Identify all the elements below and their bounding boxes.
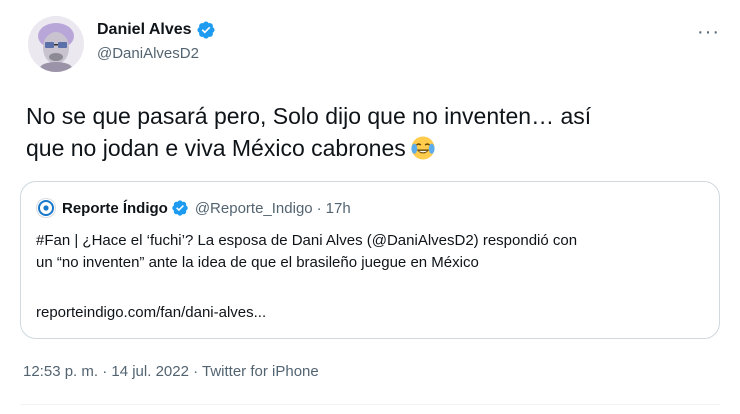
quoted-tweet-card[interactable]: Reporte Índigo @Reporte_Indigo · 17h #Fa… <box>20 181 720 339</box>
verified-badge-icon <box>197 21 215 39</box>
quoted-tweet-text: #Fan | ¿Hace el ‘fuchi’? La esposa de Da… <box>36 230 706 274</box>
quoted-tweet-text-line-1: #Fan | ¿Hace el ‘fuchi’? La esposa de Da… <box>36 232 578 249</box>
quoted-tweet-time[interactable]: 17h <box>326 200 351 217</box>
divider <box>20 404 720 405</box>
tweet-text-line-2: que no jodan e viva México cabrones <box>26 132 716 164</box>
tweet-text-line-1: No se que pasará pero, Solo dijo que no … <box>26 103 592 129</box>
tweet-text-line-2-text: que no jodan e viva México cabrones <box>26 135 406 161</box>
reporte-indigo-logo-icon <box>36 198 56 218</box>
quoted-tweet-header: Reporte Índigo @Reporte_Indigo · 17h <box>36 198 351 218</box>
author-avatar[interactable] <box>28 16 84 72</box>
face-with-tears-of-joy-icon <box>411 136 435 160</box>
quoted-tweet-text-line-2: un “no inventen” ante la idea de que el … <box>36 254 479 271</box>
quoted-author-handle[interactable]: @Reporte_Indigo <box>195 200 313 217</box>
more-options-button[interactable]: ··· <box>697 22 720 42</box>
author-name-text[interactable]: Daniel Alves <box>97 21 192 39</box>
author-name[interactable]: Daniel Alves <box>97 20 216 40</box>
separator-dot: · <box>316 199 322 217</box>
tweet-text: No se que pasará pero, Solo dijo que no … <box>26 100 716 164</box>
quoted-author-name[interactable]: Reporte Índigo <box>62 200 168 217</box>
tweet-timestamp[interactable]: 12:53 p. m. · 14 jul. 2022 · Twitter for… <box>23 363 319 380</box>
verified-badge-icon <box>172 200 188 216</box>
author-handle[interactable]: @DaniAlvesD2 <box>97 45 199 62</box>
quoted-tweet-link[interactable]: reporteindigo.com/fan/dani-alves... <box>36 304 266 321</box>
